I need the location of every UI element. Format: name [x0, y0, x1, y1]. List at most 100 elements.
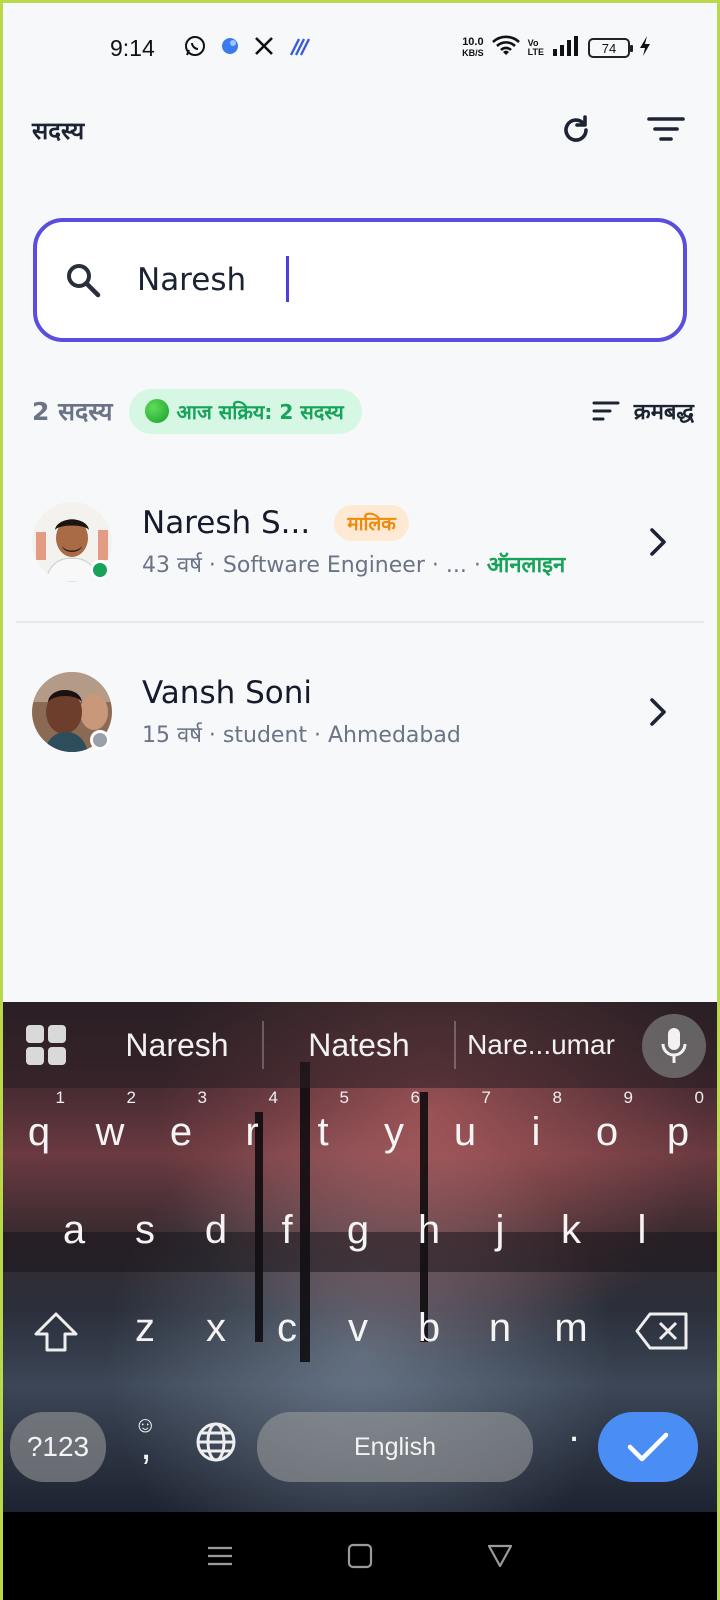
navigation-bar: [0, 1512, 720, 1600]
key-v[interactable]: v: [328, 1306, 388, 1351]
active-today-badge: आज सक्रिय: 2 सदस्य: [128, 388, 362, 434]
key-w[interactable]: w2: [80, 1088, 140, 1155]
member-row[interactable]: Naresh S... मालिक 43 वर्ष · Software Eng…: [16, 463, 704, 623]
key-j[interactable]: j: [470, 1208, 530, 1253]
network-speed-value: 10.0: [462, 36, 484, 48]
suggestion-item[interactable]: Nare...umar: [456, 1029, 626, 1061]
active-today-label: आज सक्रिय: 2 सदस्य: [176, 399, 344, 424]
key-r[interactable]: r4: [222, 1088, 282, 1155]
chevron-right-icon: [650, 698, 666, 726]
key-i[interactable]: i8: [506, 1088, 566, 1155]
network-speed: 10.0 KB/S: [462, 37, 484, 59]
refresh-button[interactable]: [554, 108, 598, 152]
home-icon[interactable]: [347, 1543, 373, 1569]
search-box[interactable]: [33, 218, 687, 342]
status-bar: 9:14 10.0 KB/S Vo LTE 74: [0, 0, 720, 96]
chevron-right-icon: [650, 528, 666, 556]
filter-icon: [647, 117, 685, 141]
key-row-3: z x c v b n m: [0, 1306, 720, 1396]
shift-icon: [34, 1312, 78, 1352]
key-z[interactable]: z: [115, 1306, 175, 1351]
stripes-app-icon: [287, 35, 311, 62]
microphone-button[interactable]: [642, 1014, 706, 1078]
key-y[interactable]: y6: [364, 1088, 424, 1155]
summary-row: 2 सदस्य आज सक्रिय: 2 सदस्य क्रमबद्ध: [32, 388, 694, 434]
member-details: 15 वर्ष · student · Ahmedabad: [142, 723, 461, 748]
suggestion-item[interactable]: Natesh: [264, 1027, 454, 1064]
member-name: Vansh Soni: [142, 675, 313, 711]
page-title: सदस्य: [32, 116, 85, 145]
key-o[interactable]: o9: [577, 1088, 637, 1155]
microphone-icon: [661, 1028, 687, 1063]
key-s[interactable]: s: [115, 1208, 175, 1253]
key-q[interactable]: q1: [9, 1088, 69, 1155]
period-key[interactable]: .: [544, 1406, 604, 1451]
key-n[interactable]: n: [470, 1306, 530, 1351]
owner-badge: मालिक: [334, 505, 409, 541]
shift-key[interactable]: [26, 1310, 86, 1364]
member-details: 43 वर्ष · Software Engineer · ... ·: [142, 553, 481, 578]
key-m[interactable]: m: [541, 1306, 601, 1351]
offline-status-dot: [90, 730, 110, 750]
key-b[interactable]: b: [399, 1306, 459, 1351]
key-g[interactable]: g: [328, 1208, 388, 1253]
status-time: 9:14: [110, 34, 155, 61]
key-row-2: a s d f g h j k l: [0, 1208, 720, 1298]
key-x[interactable]: x: [186, 1306, 246, 1351]
avatar: [32, 672, 112, 752]
sort-label: क्रमबद्ध: [633, 400, 694, 425]
key-k[interactable]: k: [541, 1208, 601, 1253]
online-status-dot: [90, 560, 110, 580]
text-cursor: [286, 256, 289, 302]
filter-button[interactable]: [644, 108, 688, 152]
member-name: Naresh S...: [142, 505, 311, 541]
suggestion-bar: Naresh Natesh Nare...umar: [0, 1002, 720, 1088]
back-icon[interactable]: [486, 1543, 514, 1569]
space-key[interactable]: English: [257, 1412, 533, 1482]
member-row[interactable]: Vansh Soni 15 वर्ष · student · Ahmedabad: [16, 632, 704, 792]
app-notification-icon: [219, 35, 241, 62]
globe-icon: [196, 1422, 236, 1462]
done-button[interactable]: [598, 1412, 698, 1482]
suggestion-item[interactable]: Naresh: [92, 1027, 262, 1064]
green-circle-icon: [144, 399, 169, 423]
key-u[interactable]: u7: [435, 1088, 495, 1155]
sort-icon: [592, 401, 620, 421]
volte-indicator: Vo LTE: [528, 39, 544, 57]
member-count: 2 सदस्य: [32, 397, 113, 426]
sort-button[interactable]: क्रमबद्ध: [592, 396, 694, 426]
menu-icon[interactable]: [206, 1544, 234, 1568]
key-d[interactable]: d: [186, 1208, 246, 1253]
key-c[interactable]: c: [257, 1306, 317, 1351]
key-p[interactable]: p0: [648, 1088, 708, 1155]
soft-keyboard: Naresh Natesh Nare...umar q1 w2 e3 r4 t5…: [0, 1002, 720, 1512]
search-input[interactable]: [137, 262, 657, 298]
checkmark-icon: [627, 1432, 669, 1462]
key-e[interactable]: e3: [151, 1088, 211, 1155]
key-t[interactable]: t5: [293, 1088, 353, 1155]
refresh-icon: [564, 115, 588, 142]
key-a[interactable]: a: [44, 1208, 104, 1253]
language-key[interactable]: [186, 1420, 246, 1474]
search-icon: [67, 264, 101, 298]
comma-label: ,: [140, 1424, 152, 1468]
charging-icon: [638, 35, 652, 62]
online-status: ऑनलाइन: [486, 553, 566, 578]
key-f[interactable]: f: [257, 1208, 317, 1253]
wifi-icon: [491, 35, 520, 62]
key-l[interactable]: l: [612, 1208, 672, 1253]
volte-bottom: LTE: [527, 47, 544, 57]
app-header: सदस्य: [32, 100, 688, 160]
backspace-icon: [635, 1312, 688, 1350]
symbols-key[interactable]: ?123: [10, 1412, 106, 1482]
battery-level: 74: [601, 40, 617, 56]
key-h[interactable]: h: [399, 1208, 459, 1253]
backspace-key[interactable]: [630, 1310, 694, 1362]
whatsapp-icon: [183, 34, 207, 63]
battery-indicator: 74: [588, 38, 633, 58]
network-speed-unit: KB/S: [462, 48, 484, 58]
avatar: [32, 502, 112, 582]
comma-emoji-key[interactable]: ☺ ,: [118, 1404, 174, 1468]
signal-icon: [552, 35, 580, 62]
apps-grid-icon[interactable]: [26, 1025, 66, 1065]
